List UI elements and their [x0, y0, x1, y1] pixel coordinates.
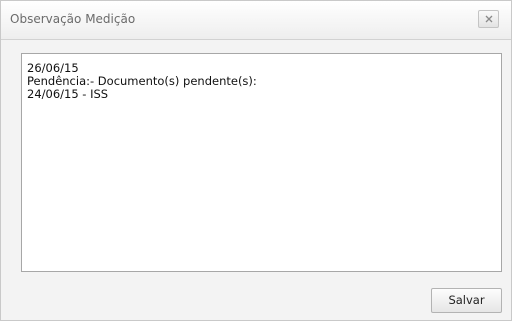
save-button[interactable]: Salvar — [431, 288, 502, 313]
close-icon — [485, 15, 493, 23]
dialog-titlebar[interactable]: Observação Medição — [1, 1, 511, 40]
dialog-title: Observação Medição — [10, 12, 136, 26]
observation-textarea[interactable]: 26/06/15 Pendência:- Documento(s) penden… — [21, 53, 502, 272]
observation-dialog: Observação Medição 26/06/15 Pendência:- … — [0, 0, 512, 321]
observation-line: 24/06/15 - ISS — [27, 87, 109, 101]
close-button[interactable] — [478, 10, 499, 28]
